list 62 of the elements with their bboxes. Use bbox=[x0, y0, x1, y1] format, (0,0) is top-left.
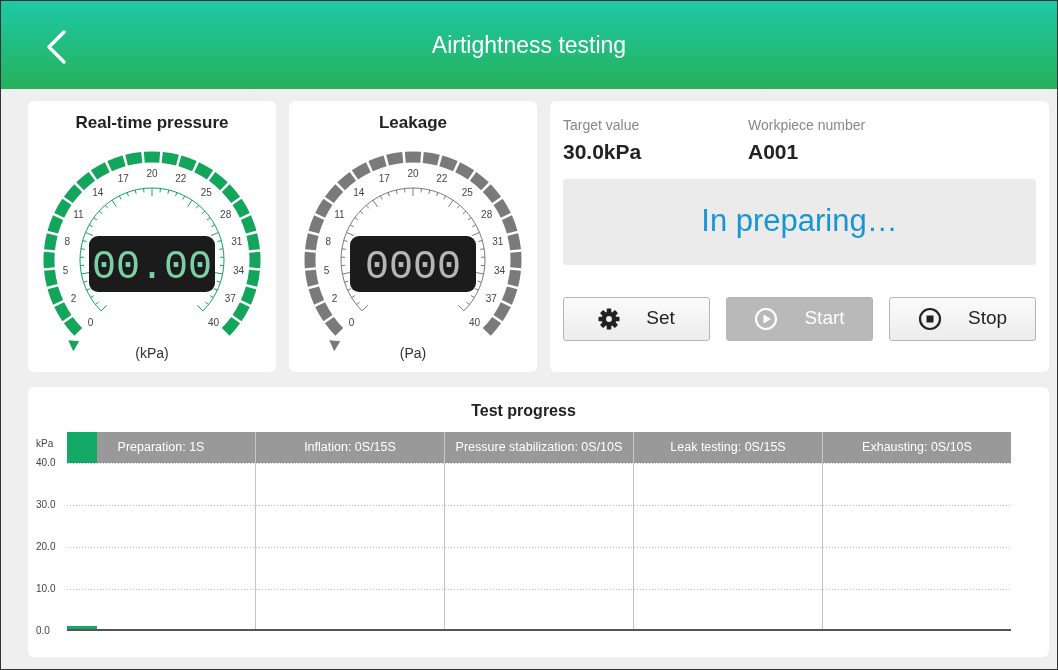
scale-label: 8 bbox=[64, 235, 70, 247]
gauge-title: Leakage bbox=[378, 112, 447, 134]
scale-label: 5 bbox=[62, 264, 69, 276]
stage-header: Pressure stabilization: 0S/10S bbox=[444, 432, 633, 463]
scale-label: 25 bbox=[200, 186, 212, 198]
scale-label: 40 bbox=[468, 316, 481, 327]
stage-header: Exhausting: 0S/10S bbox=[822, 432, 1011, 463]
scale-label: 14 bbox=[92, 186, 104, 198]
field-value: A001 bbox=[748, 139, 800, 165]
scale-label: 28 bbox=[481, 208, 493, 220]
scale-label: 25 bbox=[461, 186, 473, 198]
axis-label: 30.0 bbox=[36, 499, 56, 510]
scale-label: 22 bbox=[175, 172, 187, 184]
field-value: 30.0kPa bbox=[563, 139, 643, 165]
gauge-unit: (kPa) bbox=[135, 344, 169, 361]
pressure-trace bbox=[67, 626, 98, 629]
stage-header: Leak testing: 0S/15S bbox=[633, 432, 822, 463]
scale-label: 40 bbox=[207, 316, 220, 327]
scale-label: 31 bbox=[492, 235, 504, 247]
scale-label: 11 bbox=[334, 208, 345, 220]
axis-label: 20.0 bbox=[36, 541, 56, 552]
scale-label: 17 bbox=[378, 172, 390, 184]
scale-label: 34 bbox=[493, 264, 505, 276]
play-icon bbox=[754, 306, 779, 331]
scale-label: 17 bbox=[117, 172, 129, 184]
field-label: Workpiece number bbox=[748, 116, 866, 135]
scale-label: 2 bbox=[331, 292, 338, 304]
axis-label: 40.0 bbox=[36, 457, 56, 468]
scale-label: 8 bbox=[325, 235, 331, 247]
scale-label: 0 bbox=[87, 316, 94, 327]
pointer-icon bbox=[329, 339, 341, 351]
field-label: Target value bbox=[563, 116, 641, 135]
scale-label: 2 bbox=[70, 292, 77, 304]
scale-label: 34 bbox=[232, 264, 244, 276]
stop-icon bbox=[917, 306, 942, 331]
scale-label: 37 bbox=[224, 292, 236, 304]
action-button[interactable]: Set bbox=[563, 296, 710, 341]
scale-label: 11 bbox=[73, 208, 84, 220]
scale-label: 20 bbox=[146, 167, 158, 179]
scale-label: 31 bbox=[231, 235, 243, 247]
axis-label: 0.0 bbox=[36, 625, 50, 636]
action-button[interactable]: Stop bbox=[889, 296, 1036, 341]
scale-label: 20 bbox=[407, 167, 419, 179]
digital-display: 00.00 bbox=[89, 235, 215, 292]
gear-icon bbox=[598, 307, 621, 330]
progress-title: Test progress bbox=[470, 401, 577, 421]
gauge-title: Real-time pressure bbox=[75, 112, 229, 134]
axis-unit: kPa bbox=[36, 438, 54, 449]
scale-label: 28 bbox=[220, 208, 232, 220]
status-text: In preparing… bbox=[701, 202, 898, 241]
pointer-icon bbox=[68, 339, 80, 351]
screen-title: Airtightness testing bbox=[431, 30, 627, 60]
scale-label: 14 bbox=[353, 186, 365, 198]
scale-label: 22 bbox=[436, 172, 448, 184]
scale-label: 0 bbox=[348, 316, 355, 327]
scale-label: 5 bbox=[323, 264, 330, 276]
stage-header: Inflation: 0S/15S bbox=[255, 432, 444, 463]
gauge-unit: (Pa) bbox=[399, 344, 427, 361]
scale-label: 37 bbox=[485, 292, 497, 304]
axis-label: 10.0 bbox=[36, 583, 56, 594]
digital-display: 0000 bbox=[350, 235, 476, 292]
stage-header: Preparation: 1S bbox=[67, 432, 255, 463]
